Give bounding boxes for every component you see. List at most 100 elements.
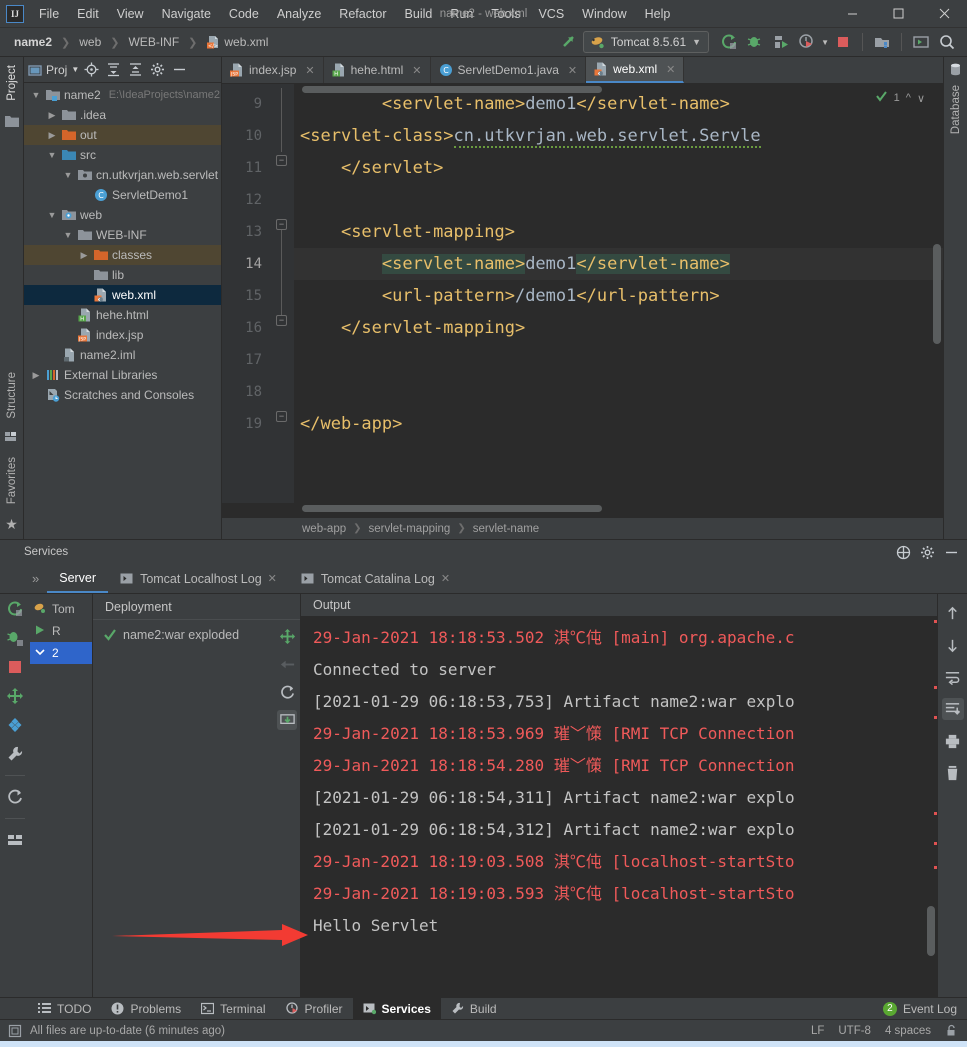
tree-node-index-jsp[interactable]: JSPindex.jsp xyxy=(24,325,221,345)
editor-breadcrumb-item[interactable]: web-app xyxy=(302,523,346,535)
navbar-crumb-project[interactable]: name2 xyxy=(10,33,56,51)
chevron-down-icon[interactable]: ▼ xyxy=(30,90,42,100)
services-tree-row-tomcat[interactable]: Tom xyxy=(30,598,92,620)
group-icon[interactable] xyxy=(4,829,26,851)
code-line[interactable] xyxy=(294,184,943,216)
chevron-right-icon[interactable]: ▶ xyxy=(30,370,42,381)
menu-tools[interactable]: Tools xyxy=(482,3,529,25)
editor-horizontal-scroll-area[interactable] xyxy=(222,503,943,517)
chevron-right-icon[interactable]: ▶ xyxy=(46,110,58,121)
fold-marker-collapse[interactable]: − xyxy=(276,315,287,326)
run-configuration-selector[interactable]: Tomcat 8.5.61 ▼ xyxy=(583,31,709,53)
menu-navigate[interactable]: Navigate xyxy=(153,3,220,25)
close-icon[interactable]: ✕ xyxy=(568,64,577,77)
settings-gear-icon[interactable] xyxy=(147,60,167,80)
menu-window[interactable]: Window xyxy=(573,3,635,25)
tree-node-web[interactable]: ▼web xyxy=(24,205,221,225)
menu-help[interactable]: Help xyxy=(636,3,680,25)
soft-wrap-icon[interactable] xyxy=(942,666,964,688)
chevron-down-icon[interactable]: ▼ xyxy=(46,210,58,220)
code-line[interactable]: </servlet> xyxy=(294,152,943,184)
redeploy-icon[interactable] xyxy=(277,682,297,702)
select-in-icon[interactable] xyxy=(909,30,933,54)
scroll-down-icon[interactable] xyxy=(942,634,964,656)
tab-server[interactable]: Server xyxy=(47,564,108,593)
tree-node-classes[interactable]: ▶classes xyxy=(24,245,221,265)
settings-wrench-icon[interactable] xyxy=(4,743,26,765)
tree-node-src[interactable]: ▼src xyxy=(24,145,221,165)
navbar-crumb-webxml[interactable]: </> web.xml xyxy=(202,33,272,51)
hide-icon[interactable] xyxy=(169,60,189,80)
editor-breadcrumb-item[interactable]: servlet-mapping xyxy=(369,523,451,535)
code-line[interactable] xyxy=(294,344,943,376)
bottom-button-terminal[interactable]: Terminal xyxy=(191,998,275,1019)
search-everywhere-icon[interactable] xyxy=(935,30,959,54)
tree-node--idea[interactable]: ▶.idea xyxy=(24,105,221,125)
console-output-area[interactable]: 29-Jan-2021 18:18:53.502 淇℃伅 [main] org.… xyxy=(301,616,937,997)
chevron-down-icon[interactable]: ▼ xyxy=(46,150,58,160)
rerun-icon[interactable] xyxy=(4,598,26,620)
line-separator-indicator[interactable]: LF xyxy=(811,1025,824,1037)
memory-indicator-icon[interactable] xyxy=(8,1024,22,1038)
connect-icon[interactable] xyxy=(4,714,26,736)
editor-tab-hehe-html[interactable]: Hhehe.html✕ xyxy=(324,57,431,83)
bottom-button-problems[interactable]: Problems xyxy=(101,998,191,1019)
menu-edit[interactable]: Edit xyxy=(68,3,108,25)
editor-tabs[interactable]: JSPindex.jsp✕Hhehe.html✕CServletDemo1.ja… xyxy=(222,57,943,84)
stop-icon[interactable] xyxy=(4,656,26,678)
scroll-to-end-icon[interactable] xyxy=(942,698,964,720)
expand-all-icon[interactable] xyxy=(103,60,123,80)
project-tree[interactable]: ▼name2E:\IdeaProjects\name2▶.idea▶out▼sr… xyxy=(24,83,221,539)
code-line[interactable]: </servlet-mapping> xyxy=(294,312,943,344)
print-icon[interactable] xyxy=(942,730,964,752)
tree-node-external-libraries[interactable]: ▶External Libraries xyxy=(24,365,221,385)
chevron-down-icon[interactable]: ▼ xyxy=(62,170,74,180)
close-icon[interactable]: ✕ xyxy=(666,63,675,76)
bottom-button-todo[interactable]: TODO xyxy=(28,998,101,1019)
editor-breadcrumb-item[interactable]: servlet-name xyxy=(473,523,539,535)
tree-node-hehe-html[interactable]: Hhehe.html xyxy=(24,305,221,325)
tree-node-scratches-and-consoles[interactable]: Scratches and Consoles xyxy=(24,385,221,405)
tree-node-web-inf[interactable]: ▼WEB-INF xyxy=(24,225,221,245)
tree-node-lib[interactable]: lib xyxy=(24,265,221,285)
editor-tab-servletdemo1-java[interactable]: CServletDemo1.java✕ xyxy=(431,57,587,83)
clear-all-icon[interactable] xyxy=(942,762,964,784)
debug-icon[interactable] xyxy=(743,30,767,54)
code-editor[interactable]: 910111213141516171819 − − − − <servlet-n… xyxy=(222,84,943,503)
unlocked-icon[interactable] xyxy=(945,1024,959,1038)
tree-node-cn-utkvrjan-web-servlet[interactable]: ▼cn.utkvrjan.web.servlet xyxy=(24,165,221,185)
stop-icon[interactable] xyxy=(831,30,855,54)
chevron-down-icon[interactable]: ▼ xyxy=(821,38,829,47)
build-project-icon[interactable] xyxy=(870,30,894,54)
deploy-icon[interactable] xyxy=(4,685,26,707)
deployment-list[interactable]: name2:war exploded xyxy=(93,620,274,997)
run-with-coverage-icon[interactable] xyxy=(769,30,793,54)
next-problem-icon[interactable]: ∨ xyxy=(917,92,925,105)
menu-vcs[interactable]: VCS xyxy=(529,3,573,25)
menu-file[interactable]: File xyxy=(30,3,68,25)
code-line[interactable]: <servlet-mapping> xyxy=(294,216,943,248)
refresh-icon[interactable] xyxy=(4,786,26,808)
tree-node-out[interactable]: ▶out xyxy=(24,125,221,145)
close-button[interactable] xyxy=(921,0,967,28)
minimize-button[interactable] xyxy=(829,0,875,28)
profiler-icon[interactable] xyxy=(795,30,819,54)
close-icon[interactable]: ✕ xyxy=(268,572,277,585)
editor-tab-index-jsp[interactable]: JSPindex.jsp✕ xyxy=(222,57,324,83)
tree-node-name2-iml[interactable]: name2.iml xyxy=(24,345,221,365)
tool-window-button-favorites[interactable]: Favorites xyxy=(2,449,22,512)
tab-tomcat-catalina-log[interactable]: Tomcat Catalina Log ✕ xyxy=(289,564,462,593)
horizontal-scrollbar-thumb[interactable] xyxy=(302,505,602,512)
services-tree[interactable]: Tom R 2 xyxy=(30,594,92,997)
previous-problem-icon[interactable]: ^ xyxy=(906,92,911,104)
event-log-button[interactable]: 2 Event Log xyxy=(883,998,967,1019)
update-icon[interactable] xyxy=(557,30,581,54)
debug-icon[interactable] xyxy=(4,627,26,649)
help-icon[interactable] xyxy=(893,542,913,562)
code-line[interactable]: <servlet-name>demo1</servlet-name> xyxy=(294,248,943,280)
settings-gear-icon[interactable] xyxy=(917,542,937,562)
horizontal-scrollbar-top[interactable] xyxy=(302,86,602,93)
code-content[interactable]: <servlet-name>demo1</servlet-name><servl… xyxy=(294,84,943,503)
tree-node-name2[interactable]: ▼name2E:\IdeaProjects\name2 xyxy=(24,85,221,105)
chevron-down-icon[interactable]: ▼ xyxy=(62,230,74,240)
